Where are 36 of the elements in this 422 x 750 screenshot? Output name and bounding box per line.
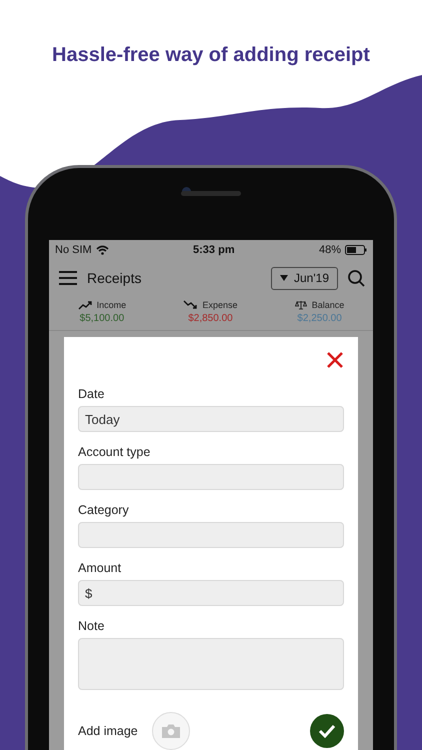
confirm-button[interactable] (310, 714, 344, 748)
month-dropdown[interactable]: Jun'19 (271, 266, 338, 290)
input-field[interactable]: $ (78, 580, 344, 606)
field-label: Category (78, 503, 130, 517)
trend-down-icon (183, 300, 198, 310)
summary-amount: $5,100.00 (80, 313, 124, 324)
input-field[interactable] (78, 464, 344, 490)
summary-label: Expense (202, 300, 238, 310)
menu-icon[interactable] (59, 271, 77, 285)
close-icon[interactable] (326, 351, 344, 369)
field-label: Date (78, 387, 106, 401)
summary-label: Balance (312, 300, 344, 310)
carrier-text: No SIM (55, 244, 92, 256)
clock-text: 5:33 pm (193, 244, 235, 256)
screen-title: Receipts (87, 270, 142, 286)
headline: Hassle-free way of adding receipt (52, 44, 370, 67)
note-field[interactable] (78, 638, 344, 690)
search-icon[interactable] (348, 270, 365, 286)
field-label: Note (78, 619, 106, 633)
battery-percent: 48% (318, 244, 341, 256)
battery-icon (344, 245, 367, 255)
check-icon (318, 724, 336, 738)
input-field[interactable] (78, 522, 344, 548)
speaker-icon (180, 191, 240, 196)
wifi-icon (96, 245, 109, 255)
field-label: Amount (78, 561, 122, 575)
summary-label: Income (96, 300, 126, 310)
trend-up-icon (78, 300, 92, 310)
input-field[interactable]: Today (78, 406, 344, 432)
camera-icon (162, 724, 180, 738)
summary-amount: $2,250.00 (297, 313, 342, 324)
scale-icon (294, 300, 307, 310)
summary-amount: $2,850.00 (188, 313, 233, 324)
field-label: Account type (78, 445, 152, 459)
caret-icon (280, 275, 288, 281)
add-image-label: Add image (78, 724, 138, 738)
